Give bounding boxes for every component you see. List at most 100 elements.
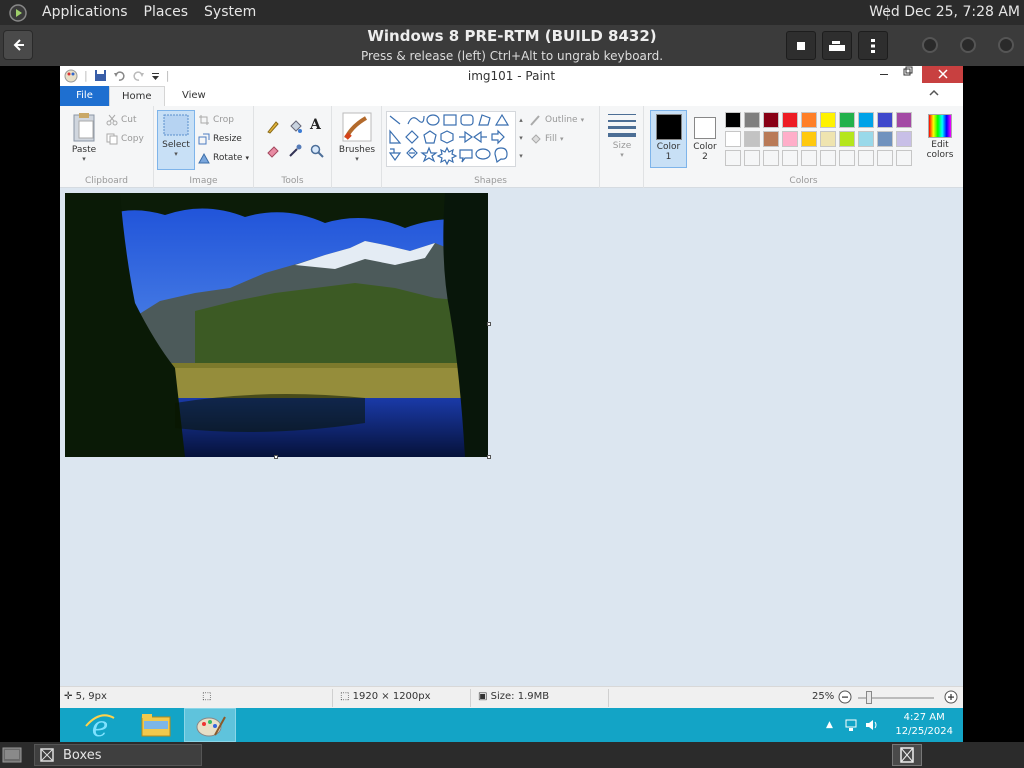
text-tool-icon[interactable]: A [310,117,321,133]
palette-swatch[interactable] [896,131,912,147]
palette-swatch[interactable] [877,112,893,128]
custom-color-slot[interactable] [763,150,779,166]
stop-button[interactable] [786,31,816,60]
color1-button[interactable]: Color 1 [650,110,687,168]
eraser-icon[interactable] [266,144,280,158]
ribbon-tabs: File Home View [60,86,963,106]
menu-applications[interactable]: Applications [34,0,136,25]
brushes-button[interactable]: Brushes ▾ [337,112,377,172]
taskbar-internet-explorer[interactable]: e [74,708,126,742]
shapes-gallery[interactable] [386,111,516,167]
status-bar: ✛ 5, 9px ⬚ ⬚ 1920 × 1200px ▣ Size: 1.9MB… [60,686,963,708]
cut-button[interactable]: Cut [106,114,137,126]
custom-color-slot[interactable] [877,150,893,166]
custom-color-slot[interactable] [858,150,874,166]
colors-group-label: Colors [789,176,818,186]
palette-swatch[interactable] [839,131,855,147]
show-desktop-icon[interactable] [2,745,22,765]
palette-swatch[interactable] [896,112,912,128]
palette-swatch[interactable] [782,131,798,147]
canvas-area[interactable] [60,188,963,686]
taskbar-file-explorer[interactable] [130,708,182,742]
palette-swatch[interactable] [858,112,874,128]
custom-color-slot[interactable] [744,150,760,166]
applications-logo-icon[interactable] [8,3,28,23]
panel-clock[interactable]: Wed Dec 25, 7:28 AM [869,0,1024,25]
guest-desktop: | | img101 - Paint File Home View Paste … [60,66,963,742]
network-icon[interactable] [844,718,858,732]
collapse-ribbon-button[interactable] [929,88,939,101]
show-hidden-icons-button[interactable]: ▲ [826,720,833,730]
window-maximize-button[interactable] [960,37,976,53]
custom-color-slot[interactable] [820,150,836,166]
volume-icon[interactable] [864,718,878,732]
landscape-image[interactable] [65,193,488,457]
palette-swatch[interactable] [763,112,779,128]
select-button[interactable]: Select ▾ [157,110,195,170]
taskbar-paint[interactable] [184,708,236,742]
resize-handle-corner[interactable] [487,455,491,459]
fill-button[interactable]: Fill ▾ [530,133,564,145]
taskbar-item-boxes[interactable]: Boxes [34,744,202,766]
close-button[interactable] [922,66,963,83]
status-divider [608,689,609,707]
magnifier-icon[interactable] [310,144,324,158]
zoom-in-button[interactable] [944,690,958,707]
keyboard-button[interactable] [822,31,852,60]
palette-swatch[interactable] [858,131,874,147]
paste-button[interactable]: Paste ▾ [66,112,102,174]
palette-swatch[interactable] [725,112,741,128]
palette-swatch[interactable] [801,131,817,147]
outline-button[interactable]: Outline ▾ [530,114,584,126]
shapes-scroll[interactable]: ▴ ▾ ▾ [516,111,526,167]
palette-swatch[interactable] [820,112,836,128]
resize-handle-right[interactable] [487,322,491,326]
window-minimize-button[interactable] [922,37,938,53]
palette-swatch[interactable] [801,112,817,128]
color2-swatch [694,117,716,139]
color-picker-icon[interactable] [288,144,302,158]
workspace-switcher[interactable] [892,744,922,766]
copy-button[interactable]: Copy [106,133,144,145]
edit-colors-button[interactable]: Edit colors [920,112,960,170]
menu-places[interactable]: Places [136,0,197,25]
color1-swatch [655,114,682,140]
tab-view[interactable]: View [170,86,218,106]
pencil-icon[interactable] [266,120,280,134]
custom-color-slot[interactable] [725,150,741,166]
rotate-button[interactable]: Rotate ▾ [198,152,249,164]
zoom-out-button[interactable] [838,690,852,707]
resize-button[interactable]: Resize [198,133,242,145]
taskbar-clock[interactable]: 4:27 AM 12/25/2024 [895,711,953,739]
minimize-button[interactable] [873,66,895,82]
resize-handle-bottom[interactable] [274,455,278,459]
palette-swatch[interactable] [725,131,741,147]
rainbow-palette-icon [928,114,952,138]
size-button[interactable]: Size ▾ [604,112,640,172]
custom-color-slot[interactable] [801,150,817,166]
color1-number: 1 [665,152,672,162]
image-dimensions-icon: ⬚ [340,691,350,702]
menu-system[interactable]: System [196,0,264,25]
palette-swatch[interactable] [744,131,760,147]
fill-bucket-icon[interactable] [288,120,302,134]
file-size-value: Size: 1.9MB [490,691,550,702]
crop-label: Crop [213,115,235,125]
more-menu-button[interactable] [858,31,888,60]
zoom-slider-thumb[interactable] [866,691,872,704]
color2-button[interactable]: Color 2 [689,110,721,168]
tab-file[interactable]: File [60,86,109,106]
crop-button[interactable]: Crop [198,114,234,126]
palette-swatch[interactable] [839,112,855,128]
palette-swatch[interactable] [782,112,798,128]
palette-swatch[interactable] [877,131,893,147]
restore-button[interactable] [897,66,919,82]
palette-swatch[interactable] [763,131,779,147]
custom-color-slot[interactable] [896,150,912,166]
custom-color-slot[interactable] [782,150,798,166]
window-close-button[interactable] [998,37,1014,53]
palette-swatch[interactable] [820,131,836,147]
palette-swatch[interactable] [744,112,760,128]
tab-home[interactable]: Home [109,86,165,106]
custom-color-slot[interactable] [839,150,855,166]
